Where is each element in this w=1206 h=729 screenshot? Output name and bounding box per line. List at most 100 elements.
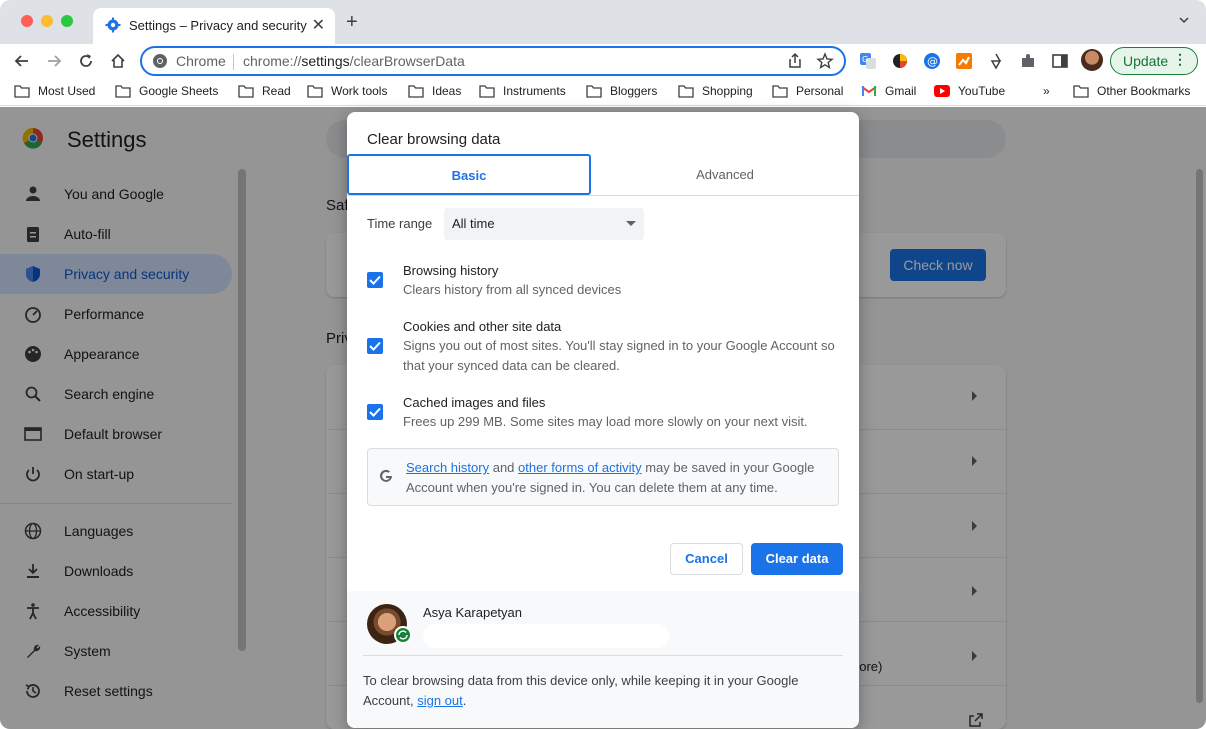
footer-divider bbox=[363, 655, 843, 656]
youtube-icon bbox=[934, 85, 950, 97]
browser-window: Settings – Privacy and security ✕ + Chro… bbox=[0, 0, 1206, 729]
chevron-down-icon[interactable] bbox=[1178, 14, 1190, 26]
sign-out-link[interactable]: sign out bbox=[417, 693, 463, 708]
maximize-window-button[interactable] bbox=[61, 15, 73, 27]
folder-icon bbox=[307, 84, 323, 98]
puzzle-extensions-icon[interactable] bbox=[1019, 52, 1037, 70]
bookmark-work-tools[interactable]: Work tools bbox=[307, 84, 387, 98]
toolbar: Chrome chrome://settings/clearBrowserDat… bbox=[0, 44, 1206, 78]
account-email-placeholder bbox=[423, 624, 669, 648]
bookmark-google-sheets[interactable]: Google Sheets bbox=[115, 84, 218, 98]
other-activity-link[interactable]: other forms of activity bbox=[518, 460, 642, 475]
clear-data-button[interactable]: Clear data bbox=[751, 543, 843, 575]
bookmark-label: Shopping bbox=[702, 84, 753, 98]
tab-settings[interactable]: Settings – Privacy and security ✕ bbox=[93, 8, 335, 44]
side-panel-icon[interactable] bbox=[1051, 52, 1069, 70]
new-tab-button[interactable]: + bbox=[346, 12, 358, 32]
dialog-footer: Asya Karapetyan To clear browsing data f… bbox=[347, 591, 859, 728]
bookmark-label: Instruments bbox=[503, 84, 566, 98]
bookmark-youtube[interactable]: YouTube bbox=[934, 84, 1005, 98]
time-range-value: All time bbox=[452, 216, 495, 231]
option-description: Signs you out of most sites. You'll stay… bbox=[403, 338, 835, 373]
sync-icon bbox=[394, 626, 412, 644]
pie-extension-icon[interactable] bbox=[891, 52, 909, 70]
checkmark-icon bbox=[369, 275, 381, 285]
notice-text: Search history and other forms of activi… bbox=[406, 458, 826, 498]
svg-text:@: @ bbox=[927, 55, 938, 68]
folder-icon bbox=[772, 84, 788, 98]
address-bar[interactable]: Chrome chrome://settings/clearBrowserDat… bbox=[140, 46, 846, 76]
url-host: settings bbox=[301, 53, 350, 69]
bookmark-label: Read bbox=[262, 84, 291, 98]
profile-avatar[interactable] bbox=[1081, 49, 1103, 71]
translate-extension-icon[interactable]: G bbox=[859, 52, 877, 70]
omnibox-separator bbox=[233, 54, 234, 70]
tab-strip: Settings – Privacy and security ✕ + bbox=[0, 0, 1206, 44]
browsing-history-checkbox[interactable] bbox=[367, 272, 383, 288]
footer-text: To clear browsing data from this device … bbox=[363, 671, 843, 711]
option-description: Frees up 299 MB. Some sites may load mor… bbox=[403, 414, 808, 429]
home-icon[interactable] bbox=[108, 51, 128, 71]
bookmark-bloggers[interactable]: Bloggers bbox=[586, 84, 657, 98]
minimize-window-button[interactable] bbox=[41, 15, 53, 27]
omnibox-prefix: Chrome bbox=[176, 53, 226, 69]
forward-arrow-icon[interactable] bbox=[44, 51, 64, 71]
bookmark-star-icon[interactable] bbox=[816, 52, 834, 70]
bookmark-label: Other Bookmarks bbox=[1097, 84, 1191, 98]
tab-basic[interactable]: Basic bbox=[347, 154, 591, 195]
bookmark-shopping[interactable]: Shopping bbox=[678, 84, 753, 98]
bookmark-label: YouTube bbox=[958, 84, 1006, 98]
bookmark-label: Work tools bbox=[331, 84, 388, 98]
tab-basic-label: Basic bbox=[451, 168, 487, 183]
search-history-link[interactable]: Search history bbox=[406, 460, 489, 475]
close-tab-icon[interactable]: ✕ bbox=[312, 15, 325, 35]
bookmark-personal[interactable]: Personal bbox=[772, 84, 843, 98]
bookmark-ideas[interactable]: Ideas bbox=[408, 84, 461, 98]
time-range-label: Time range bbox=[367, 216, 433, 231]
bookmark-other[interactable]: Other Bookmarks bbox=[1073, 84, 1190, 98]
bookmarks-overflow[interactable]: » bbox=[1043, 84, 1050, 98]
option-title: Cached images and files bbox=[403, 395, 546, 410]
folder-icon bbox=[115, 84, 131, 98]
time-range-select[interactable]: All time bbox=[444, 208, 644, 240]
reload-icon[interactable] bbox=[76, 51, 96, 71]
dropdown-caret-icon bbox=[626, 221, 636, 226]
bookmark-read[interactable]: Read bbox=[238, 84, 291, 98]
footer-period: . bbox=[462, 693, 467, 708]
bookmark-label: Personal bbox=[796, 84, 844, 98]
bookmark-most-used[interactable]: Most Used bbox=[14, 84, 95, 98]
folder-icon bbox=[1073, 84, 1089, 98]
cached-files-checkbox[interactable] bbox=[367, 404, 383, 420]
folder-icon bbox=[479, 84, 495, 98]
option-title: Cookies and other site data bbox=[403, 319, 562, 334]
bookmark-label: Ideas bbox=[432, 84, 462, 98]
analytics-extension-icon[interactable] bbox=[955, 52, 973, 70]
svg-text:G: G bbox=[862, 55, 868, 64]
google-activity-notice: Search history and other forms of activi… bbox=[367, 448, 839, 506]
cookies-checkbox[interactable] bbox=[367, 338, 383, 354]
folder-icon bbox=[678, 84, 694, 98]
close-window-button[interactable] bbox=[21, 15, 33, 27]
bookmark-gmail[interactable]: Gmail bbox=[861, 84, 916, 98]
at-extension-icon[interactable]: @ bbox=[923, 52, 941, 70]
recycle-extension-icon[interactable] bbox=[987, 52, 1005, 70]
folder-icon bbox=[408, 84, 424, 98]
bookmarks-bar: Most Used Google Sheets Read Work tools … bbox=[0, 78, 1206, 106]
bookmark-instruments[interactable]: Instruments bbox=[479, 84, 566, 98]
share-icon[interactable] bbox=[786, 52, 804, 70]
tab-advanced[interactable]: Advanced bbox=[591, 154, 859, 195]
menu-dots-icon: ⋮ bbox=[1173, 51, 1187, 67]
checkmark-icon bbox=[369, 407, 381, 417]
update-button[interactable]: Update ⋮ bbox=[1110, 47, 1198, 75]
overflow-chevron-icon: » bbox=[1043, 84, 1050, 98]
bookmark-label: Google Sheets bbox=[139, 84, 219, 98]
tab-advanced-label: Advanced bbox=[696, 167, 754, 182]
cancel-button[interactable]: Cancel bbox=[670, 543, 743, 575]
folder-icon bbox=[586, 84, 602, 98]
url-text[interactable]: chrome://settings/clearBrowserData bbox=[243, 53, 465, 69]
back-arrow-icon[interactable] bbox=[12, 51, 32, 71]
url-path: /clearBrowserData bbox=[349, 53, 465, 69]
folder-icon bbox=[14, 84, 30, 98]
account-name: Asya Karapetyan bbox=[423, 605, 523, 620]
gear-icon bbox=[105, 17, 121, 33]
